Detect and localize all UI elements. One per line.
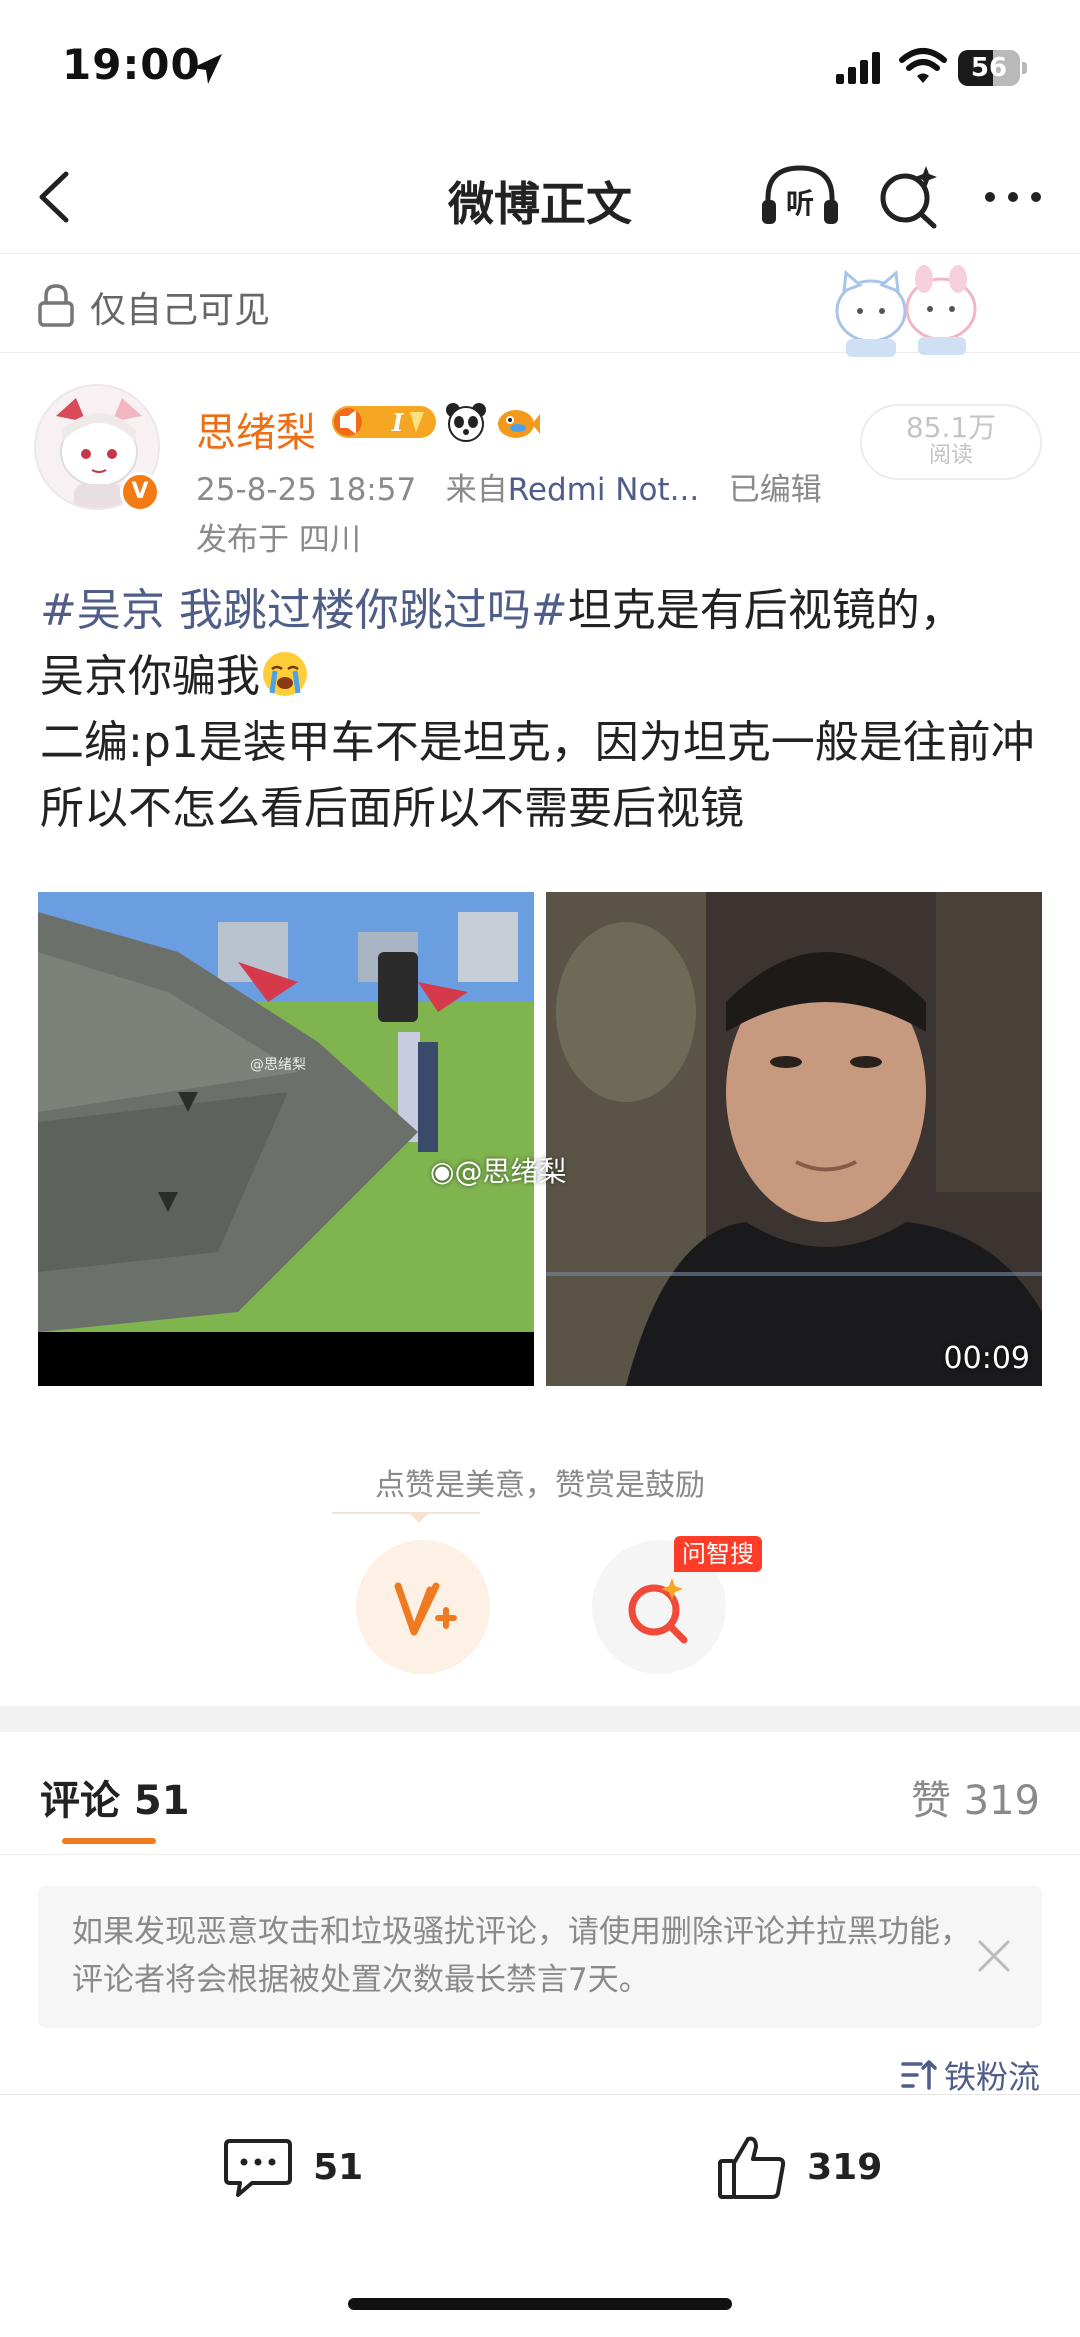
battery-body: 56	[958, 50, 1020, 86]
top-nav-bar: 微博正文 听	[0, 140, 1080, 254]
sort-icon	[901, 2060, 937, 2090]
svg-text:I: I	[391, 408, 404, 437]
tip-button[interactable]	[356, 1540, 490, 1674]
armored-vehicle-photo	[38, 892, 534, 1386]
post-source-device[interactable]: Redmi Not...	[508, 472, 699, 508]
tab-comments[interactable]: 评论 51	[40, 1768, 190, 1826]
cellular-signal-icon	[836, 52, 880, 84]
reads-count: 85.1万	[905, 411, 997, 444]
reads-label: 阅读	[928, 443, 973, 468]
cat-sticker-icon	[835, 265, 977, 357]
close-icon[interactable]	[974, 1936, 1014, 1976]
sort-label: 铁粉流	[943, 2058, 1040, 2096]
panda-icon	[446, 403, 487, 442]
tab-active-indicator	[62, 1838, 156, 1844]
status-time: 19:00	[62, 40, 201, 89]
post-source-prefix: 来自	[445, 472, 508, 508]
comment-notice: 如果发现恶意攻击和垃圾骚扰评论，请使用删除评论并拉黑功能，评论者将会根据被处置次…	[38, 1886, 1042, 2028]
listen-button[interactable]: 听	[760, 162, 840, 232]
comment-bubble-icon	[224, 2139, 292, 2197]
verified-badge: V	[120, 472, 160, 512]
ask-ai-label: 问智搜	[674, 1536, 762, 1572]
post-video-thumbnail[interactable]: 00:09	[546, 892, 1042, 1386]
crying-emoji-icon	[263, 652, 307, 696]
lock-icon	[38, 284, 74, 327]
thumbs-up-icon	[718, 2136, 786, 2199]
comment-count: 51	[313, 2146, 364, 2188]
post-edited-label[interactable]: 已编辑	[729, 472, 822, 508]
post-body: #吴京 我跳过楼你跳过吗#坦克是有后视镜的， 吴京你骗我 二编:p1是装甲车不是…	[40, 578, 1050, 842]
tab-likes[interactable]: 赞 319	[911, 1768, 1040, 1826]
ai-search-icon[interactable]	[874, 162, 944, 232]
weibo-logo-icon: ◉	[430, 1155, 455, 1188]
speaker-badge-icon: I	[332, 406, 436, 438]
more-options-icon[interactable]	[978, 162, 1048, 232]
section-separator	[0, 1706, 1080, 1732]
post-text-line2: 吴京你骗我	[40, 651, 260, 702]
sort-button[interactable]: 铁粉流	[901, 2052, 1040, 2096]
post-location: 发布于 四川	[196, 522, 361, 558]
notice-text: 如果发现恶意攻击和垃圾骚扰评论，请使用删除评论并拉黑功能，评论者将会根据被处置次…	[72, 1914, 971, 1998]
battery-tip	[1022, 62, 1027, 74]
watermark-large: ◉@思绪梨	[430, 1150, 566, 1190]
watermark-large-text: @思绪梨	[454, 1155, 567, 1188]
location-arrow-icon	[192, 54, 222, 84]
post-text-edit: 二编:p1是装甲车不是坦克，因为坦克一般是往前冲所以不怎么看后面所以不需要后视镜	[40, 717, 1035, 834]
comments-divider	[0, 1854, 1080, 1855]
post-time: 25-8-25 18:57	[196, 472, 417, 508]
status-bar: 19:00 56	[0, 0, 1080, 140]
reward-caption: 点赞是美意，赞赏是鼓励	[375, 1468, 705, 1503]
wifi-icon	[899, 48, 947, 83]
like-count: 319	[807, 2146, 883, 2188]
post-text-line1: 坦克是有后视镜的，	[567, 585, 964, 636]
post-meta: 25-8-25 18:57 来自Redmi Not... 已编辑	[196, 464, 822, 509]
hashtag-link[interactable]: #吴京 我跳过楼你跳过吗#	[40, 585, 568, 636]
reads-pill: 85.1万 阅读	[860, 404, 1042, 480]
author-badges[interactable]: I	[330, 402, 541, 448]
like-button[interactable]: 319	[716, 2131, 882, 2211]
v-plus-tip-icon	[394, 1582, 457, 1636]
video-duration: 00:09	[943, 1341, 1030, 1376]
watermark-small: @思绪梨	[250, 1057, 306, 1073]
caret-down-icon	[408, 1512, 430, 1523]
listen-label: 听	[785, 187, 814, 220]
battery-indicator: 56	[958, 50, 1028, 86]
visibility-label: 仅自己可见	[90, 290, 271, 331]
reward-divider	[332, 1512, 480, 1514]
visibility-row[interactable]: 仅自己可见	[0, 255, 1080, 357]
man-portrait-photo	[546, 892, 1042, 1386]
author-name[interactable]: 思绪梨	[196, 400, 316, 458]
comment-button[interactable]: 51	[222, 2131, 363, 2211]
battery-percent: 56	[970, 53, 1008, 83]
fish-icon	[498, 410, 541, 438]
home-indicator	[348, 2298, 732, 2310]
post-image-armored-vehicle[interactable]: @思绪梨	[38, 892, 534, 1386]
